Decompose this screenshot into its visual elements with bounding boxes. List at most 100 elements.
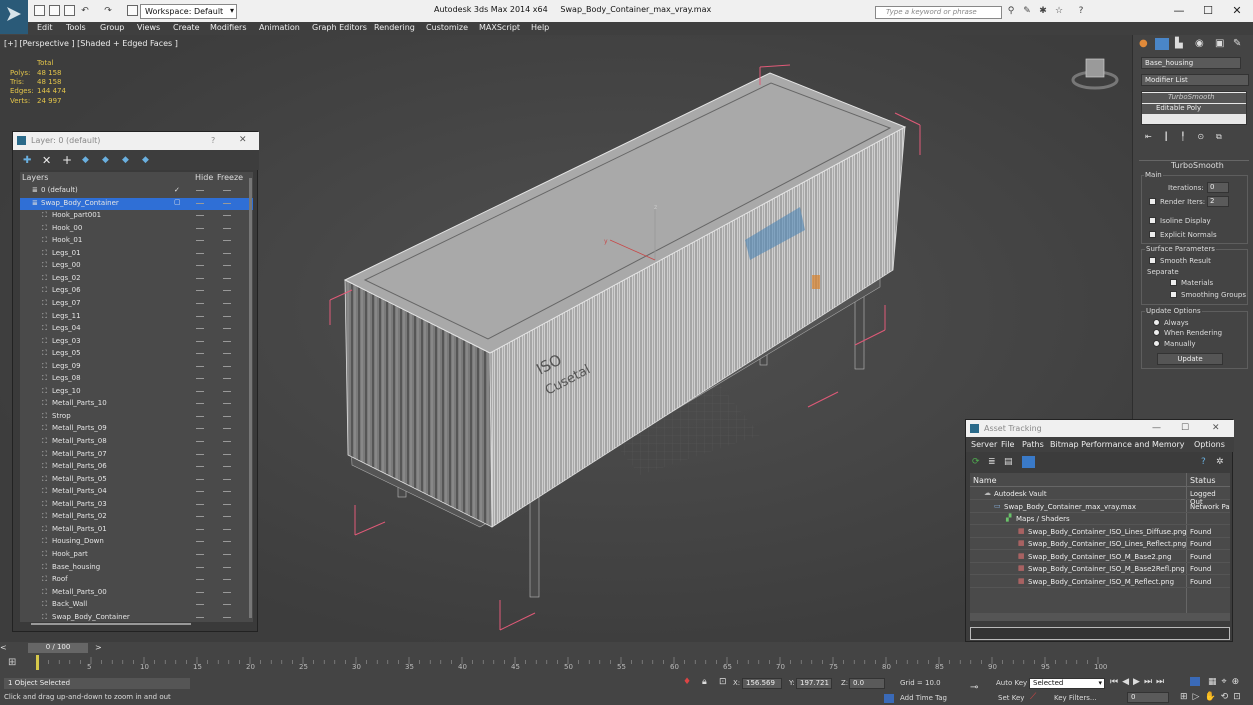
col-name[interactable]: Name bbox=[973, 476, 997, 485]
manually-radio[interactable] bbox=[1153, 340, 1160, 347]
freeze-toggle[interactable] bbox=[223, 491, 231, 493]
hide-toggle[interactable] bbox=[196, 353, 204, 355]
hide-toggle[interactable] bbox=[196, 277, 204, 279]
layer-row[interactable]: ⛶ Legs_10 bbox=[20, 386, 253, 398]
layer-row[interactable]: ⛶ Metall_Parts_03 bbox=[20, 499, 253, 511]
hide-toggle[interactable] bbox=[196, 215, 204, 217]
freeze-toggle[interactable] bbox=[223, 328, 231, 330]
freeze-toggle[interactable] bbox=[223, 378, 231, 380]
always-radio[interactable] bbox=[1153, 319, 1160, 326]
freeze-toggle[interactable] bbox=[223, 390, 231, 392]
add-to-layer-icon[interactable]: + bbox=[62, 153, 72, 167]
create-tab-icon[interactable]: ● bbox=[1139, 38, 1148, 49]
layer-horizontal-scrollbar[interactable] bbox=[31, 623, 191, 625]
layer-row[interactable]: ⛶ Metall_Parts_04 bbox=[20, 486, 253, 498]
freeze-toggle[interactable] bbox=[223, 616, 231, 618]
timeline-prev-icon[interactable]: < bbox=[0, 643, 7, 652]
menu-maxscript[interactable]: MAXScript bbox=[479, 23, 520, 32]
time-config-icon[interactable] bbox=[1190, 677, 1200, 686]
layer-row[interactable]: ⛶ Legs_02 bbox=[20, 273, 253, 285]
highlight-layer-icon[interactable]: ◆ bbox=[102, 155, 109, 165]
layer-row[interactable]: ⛶ Legs_00 bbox=[20, 260, 253, 272]
asset-menu-server[interactable]: Server bbox=[971, 440, 997, 449]
freeze-toggle[interactable] bbox=[223, 428, 231, 430]
render-iters-spinner[interactable]: 2 bbox=[1207, 196, 1229, 207]
hide-toggle[interactable] bbox=[196, 541, 204, 543]
asset-row[interactable]: ▦ Swap_Body_Container_ISO_M_Reflect.png Fo… bbox=[970, 576, 1230, 588]
wrench-icon[interactable]: ✎ bbox=[1022, 6, 1032, 16]
open-file-icon[interactable] bbox=[49, 5, 60, 16]
layer-row[interactable]: ⛶ Hook_part bbox=[20, 549, 253, 561]
hide-toggle[interactable] bbox=[196, 415, 204, 417]
layer-row[interactable]: ⛶ Roof bbox=[20, 574, 253, 586]
tree-view-icon[interactable]: ▤ bbox=[1004, 457, 1013, 467]
freeze-toggle[interactable] bbox=[223, 340, 231, 342]
hide-all-layers-icon[interactable]: ◆ bbox=[122, 155, 129, 165]
key-filters-button[interactable]: Key Filters... bbox=[1054, 694, 1097, 702]
freeze-toggle[interactable] bbox=[223, 403, 231, 405]
layer-dialog-title[interactable]: Layer: 0 (default) bbox=[13, 132, 259, 150]
set-key-icon[interactable]: ⟋ bbox=[1030, 692, 1036, 702]
freeze-toggle[interactable] bbox=[223, 290, 231, 292]
workspace-dropdown[interactable]: Workspace: Default ▾ bbox=[140, 4, 237, 19]
layer-row[interactable]: ⛶ Legs_03 bbox=[20, 336, 253, 348]
menu-views[interactable]: Views bbox=[137, 23, 160, 32]
save-file-icon[interactable] bbox=[64, 5, 75, 16]
pin-icon[interactable]: ♦ bbox=[683, 677, 691, 687]
help-icon[interactable]: ? bbox=[1201, 457, 1206, 467]
layer-vertical-scrollbar[interactable] bbox=[249, 178, 252, 618]
asset-path-field[interactable] bbox=[970, 627, 1230, 640]
layer-help-button[interactable]: ? bbox=[211, 136, 215, 145]
hide-toggle[interactable] bbox=[196, 616, 204, 618]
freeze-toggle[interactable] bbox=[223, 516, 231, 518]
selection-set-dropdown[interactable]: Selected ▾ bbox=[1029, 678, 1105, 689]
layer-row[interactable]: ⛶ Metall_Parts_10 bbox=[20, 398, 253, 410]
asset-row[interactable]: ▞ Maps / Shaders bbox=[970, 513, 1230, 525]
freeze-toggle[interactable] bbox=[223, 503, 231, 505]
layer-row[interactable]: ⛶ Metall_Parts_08 bbox=[20, 436, 253, 448]
motion-tab-icon[interactable]: ◉ bbox=[1195, 38, 1204, 49]
hide-toggle[interactable] bbox=[196, 528, 204, 530]
asset-minimize-button[interactable]: — bbox=[1152, 423, 1161, 433]
time-cursor[interactable] bbox=[36, 655, 39, 670]
hide-toggle[interactable] bbox=[196, 428, 204, 430]
mini-curve-editor-icon[interactable]: ⊞ bbox=[8, 657, 16, 668]
asset-row[interactable]: ☁ Autodesk Vault Logged Out bbox=[970, 488, 1230, 506]
asset-menu-paths[interactable]: Paths bbox=[1022, 440, 1044, 449]
freeze-toggle[interactable] bbox=[223, 353, 231, 355]
hide-toggle[interactable] bbox=[196, 553, 204, 555]
community-icon[interactable]: ✱ bbox=[1038, 6, 1048, 16]
x-coordinate-field[interactable]: 156.569 bbox=[742, 678, 782, 689]
layer-list[interactable]: Layers Hide Freeze ≣ 0 (default) ✓ ≣ Swap_Bo… bbox=[20, 172, 253, 622]
menu-modifiers[interactable]: Modifiers bbox=[210, 23, 247, 32]
settings-icon[interactable]: ✲ bbox=[1216, 457, 1224, 467]
auto-key-button[interactable]: Auto Key bbox=[996, 679, 1027, 687]
hide-toggle[interactable] bbox=[196, 302, 204, 304]
explicit-normals-checkbox[interactable] bbox=[1149, 231, 1156, 238]
menu-tools[interactable]: Tools bbox=[66, 23, 86, 32]
hide-toggle[interactable] bbox=[196, 390, 204, 392]
layer-row[interactable]: ≣ 0 (default) ✓ bbox=[20, 185, 253, 197]
isoline-checkbox[interactable] bbox=[1149, 217, 1156, 224]
when-rendering-radio[interactable] bbox=[1153, 329, 1160, 336]
hide-toggle[interactable] bbox=[196, 240, 204, 242]
layer-row[interactable]: ⛶ Legs_04 bbox=[20, 323, 253, 335]
layer-row[interactable]: ⛶ Metall_Parts_02 bbox=[20, 511, 253, 523]
materials-checkbox[interactable] bbox=[1170, 279, 1177, 286]
stack-tools-icons[interactable]: ⇤┃╿⊙⧉ bbox=[1145, 132, 1234, 142]
col-status[interactable]: Status bbox=[1190, 476, 1216, 485]
add-time-tag-button[interactable]: Add Time Tag bbox=[900, 694, 947, 702]
modifier-list-dropdown[interactable]: Modifier List bbox=[1141, 74, 1249, 86]
freeze-toggle[interactable] bbox=[223, 553, 231, 555]
stack-editable-poly[interactable]: Editable Poly bbox=[1142, 104, 1246, 114]
object-name-field[interactable]: Base_housing bbox=[1141, 57, 1241, 69]
redo-icon[interactable]: ↷ bbox=[103, 6, 113, 16]
asset-horizontal-scrollbar[interactable] bbox=[970, 613, 1230, 621]
layer-row[interactable]: ⛶ Swap_Body_Container bbox=[20, 612, 253, 624]
hide-toggle[interactable] bbox=[196, 579, 204, 581]
layer-row[interactable]: ⛶ Hook_00 bbox=[20, 223, 253, 235]
asset-row[interactable]: ▦ Swap_Body_Container_ISO_Lines_Diffuse.p… bbox=[970, 526, 1230, 538]
app-logo-icon[interactable] bbox=[0, 0, 28, 34]
favorites-star-icon[interactable]: ☆ bbox=[1054, 6, 1064, 16]
freeze-toggle[interactable] bbox=[223, 566, 231, 568]
